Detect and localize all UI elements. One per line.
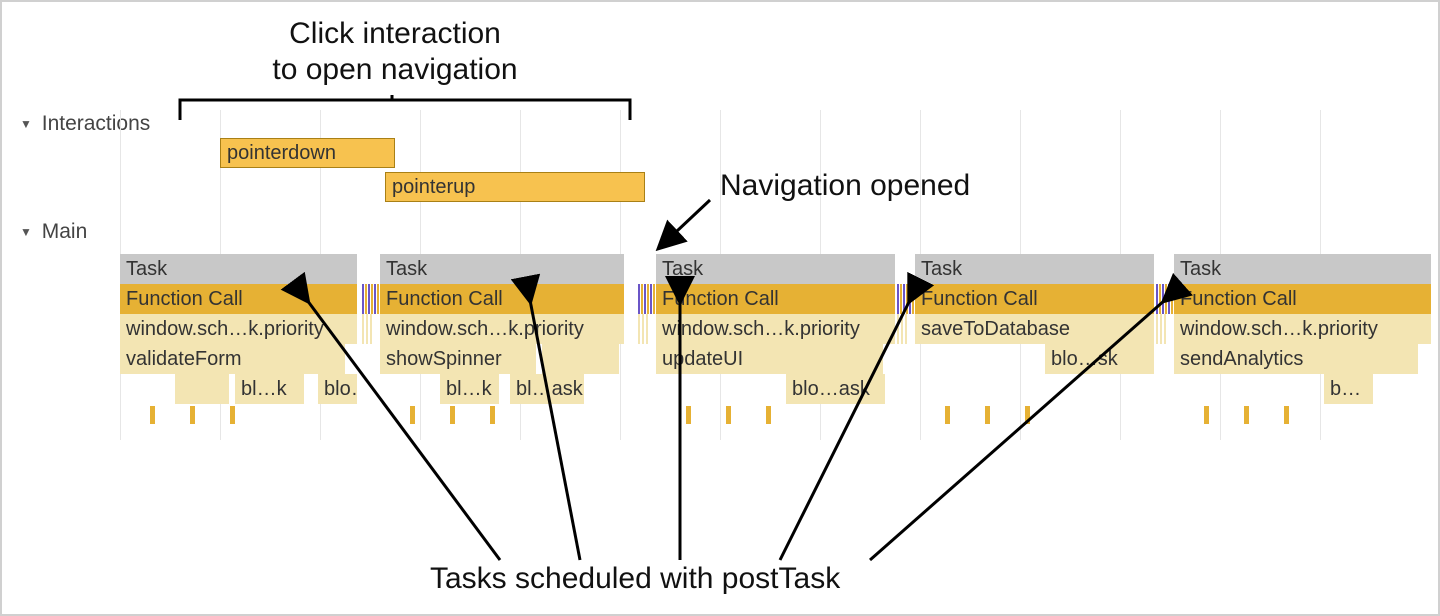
flame-tick	[686, 406, 691, 424]
flame-tick	[410, 406, 415, 424]
flame-sliver	[912, 284, 914, 314]
flame-task[interactable]: Task	[1174, 254, 1432, 284]
flame-sliver	[906, 284, 908, 314]
annotation-text: Tasks scheduled with postTask	[430, 562, 840, 595]
flame-sliver	[897, 284, 899, 314]
flame-entry[interactable]: window.sch…k.priority	[1174, 314, 1432, 344]
flame-sliver	[642, 314, 644, 344]
flame-sliver	[1171, 284, 1173, 314]
interaction-pointerup[interactable]: pointerup	[385, 172, 645, 202]
section-label: Interactions	[42, 112, 151, 135]
flame-sliver	[1156, 284, 1158, 314]
flame-entry[interactable]	[175, 374, 230, 404]
flame-entry[interactable]: updateUI	[656, 344, 884, 374]
annotation-click-interaction: Click interaction to open navigation	[180, 16, 610, 88]
section-label: Main	[42, 220, 88, 243]
flame-sliver	[1162, 284, 1164, 314]
flame-sliver	[900, 284, 902, 314]
flame-entry[interactable]: sendAnalytics	[1174, 344, 1419, 374]
flame-sliver	[653, 284, 655, 314]
flame-entry[interactable]: blo…sk	[1045, 344, 1155, 374]
flame-entry[interactable]: showSpinner	[380, 344, 537, 374]
flame-sliver	[362, 284, 364, 314]
flame-sliver	[1156, 314, 1158, 344]
flame-entry[interactable]: saveToDatabase	[915, 314, 1155, 344]
flame-tick	[985, 406, 990, 424]
flame-sliver	[638, 314, 640, 344]
interaction-pointerdown[interactable]: pointerdown	[220, 138, 395, 168]
flame-entry[interactable]: bl…k	[440, 374, 500, 404]
flame-tick	[150, 406, 155, 424]
flame-sliver	[371, 284, 373, 314]
flame-tick	[1025, 406, 1030, 424]
flame-tick	[766, 406, 771, 424]
flame-tick	[490, 406, 495, 424]
flame-sliver	[365, 284, 367, 314]
flame-entry[interactable]: bl…ask	[510, 374, 585, 404]
section-header-interactions[interactable]: Interactions	[20, 112, 150, 136]
flame-sliver	[362, 314, 364, 344]
flame-tick	[450, 406, 455, 424]
flame-entry[interactable]: blo…sk	[318, 374, 358, 404]
flame-sliver	[901, 314, 903, 344]
annotation-text: Click interaction to open navigation	[272, 17, 517, 86]
flame-function-call[interactable]: Function Call	[915, 284, 1155, 314]
flame-sliver	[646, 314, 648, 344]
flame-sliver	[644, 284, 646, 314]
flame-tick	[1244, 406, 1249, 424]
flame-entry[interactable]: b…	[1324, 374, 1374, 404]
flame-sliver	[1164, 314, 1166, 344]
annotation-text: Navigation opened	[720, 169, 970, 202]
flame-entry[interactable]: window.sch…k.priority	[656, 314, 896, 344]
flame-entry[interactable]	[542, 344, 620, 374]
flame-function-call[interactable]: Function Call	[120, 284, 358, 314]
flame-task[interactable]: Task	[915, 254, 1155, 284]
flame-sliver	[905, 314, 907, 344]
flame-sliver	[647, 284, 649, 314]
flame-sliver	[1168, 284, 1170, 314]
flame-entry[interactable]: window.sch…k.priority	[120, 314, 358, 344]
flame-sliver	[368, 284, 370, 314]
annotation-navigation-opened: Navigation opened	[720, 169, 970, 203]
flame-tick	[190, 406, 195, 424]
flame-sliver	[377, 284, 379, 314]
flame-sliver	[1160, 314, 1162, 344]
flame-task[interactable]: Task	[120, 254, 358, 284]
flame-sliver	[650, 284, 652, 314]
flame-entry[interactable]: window.sch…k.priority	[380, 314, 625, 344]
flame-sliver	[1159, 284, 1161, 314]
flame-sliver	[897, 314, 899, 344]
flame-sliver	[638, 284, 640, 314]
flame-sliver	[370, 314, 372, 344]
flame-function-call[interactable]: Function Call	[1174, 284, 1432, 314]
flame-task[interactable]: Task	[656, 254, 896, 284]
flame-tick	[1204, 406, 1209, 424]
flame-task[interactable]: Task	[380, 254, 625, 284]
flame-sliver	[909, 284, 911, 314]
flame-tick	[230, 406, 235, 424]
flame-entry[interactable]: validateForm	[120, 344, 346, 374]
flame-tick	[726, 406, 731, 424]
flame-sliver	[641, 284, 643, 314]
flame-function-call[interactable]: Function Call	[380, 284, 625, 314]
flame-tick	[945, 406, 950, 424]
flame-sliver	[903, 284, 905, 314]
main-timeline: TaskFunction Callwindow.sch…k.priorityva…	[120, 254, 1420, 454]
flame-sliver	[366, 314, 368, 344]
flame-tick	[1284, 406, 1289, 424]
flame-entry[interactable]: blo…ask	[786, 374, 886, 404]
flame-function-call[interactable]: Function Call	[656, 284, 896, 314]
flame-entry[interactable]: bl…k	[235, 374, 305, 404]
section-header-main[interactable]: Main	[20, 220, 87, 244]
flame-sliver	[374, 284, 376, 314]
annotation-tasks-posttask: Tasks scheduled with postTask	[430, 562, 840, 596]
flame-sliver	[1165, 284, 1167, 314]
